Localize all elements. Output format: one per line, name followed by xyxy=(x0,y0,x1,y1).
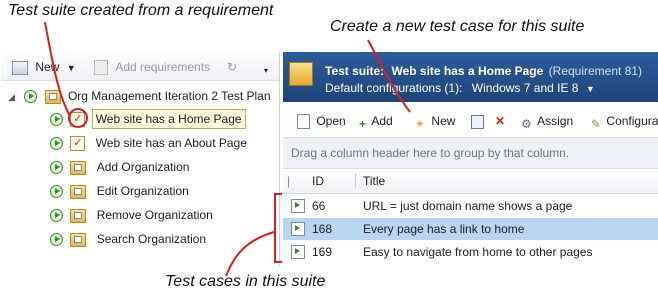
run-icon xyxy=(50,137,63,151)
column-divider xyxy=(355,173,356,189)
suite-requirement-link[interactable]: (Requirement 81) xyxy=(549,64,642,78)
chevron-down-icon: ▼ xyxy=(66,63,76,73)
column-header-title[interactable]: Title xyxy=(363,169,385,193)
suite-header: Test suite: Web site has a Home Page (Re… xyxy=(283,52,658,102)
suite-icon xyxy=(70,184,87,199)
copy-icon[interactable] xyxy=(471,112,484,130)
test-suite-pane: Test suite: Web site has a Home Page (Re… xyxy=(283,52,658,266)
open-icon xyxy=(297,114,310,130)
copy-glyph xyxy=(471,114,484,129)
row-id: 169 xyxy=(312,245,333,259)
test-case-icon xyxy=(291,222,305,236)
toolbar-overflow-icon[interactable]: ▾ xyxy=(264,62,268,80)
tree-toolbar: New ▼ Add requirements ↻ ▾ xyxy=(2,54,279,81)
table-row[interactable]: 169 Easy to navigate from home to other … xyxy=(283,241,658,263)
tree-item-label: Web site has an About Page xyxy=(95,136,247,150)
row-id: 66 xyxy=(312,199,326,213)
new-test-case-button[interactable]: ✴ New xyxy=(415,112,456,131)
suite-name: Web site has a Home Page xyxy=(391,64,544,78)
suite-icon xyxy=(289,62,313,86)
tree-root-label: Org Management Iteration 2 Test Plan xyxy=(67,89,271,103)
assign-button[interactable]: ⚙ Assign xyxy=(521,112,574,131)
run-icon xyxy=(50,161,63,175)
suite-icon xyxy=(70,208,87,223)
add-icon: + xyxy=(359,116,367,131)
selected-item-highlight: Web site has a Home Page xyxy=(91,109,246,129)
column-icon-header[interactable]: | xyxy=(287,169,307,193)
tree-item-label: Remove Organization xyxy=(96,208,213,222)
callout-test-cases: Test cases in this suite xyxy=(165,273,326,290)
configure-button[interactable]: ✎ Configura xyxy=(591,112,658,131)
new-suite-button[interactable]: New ▼ xyxy=(12,58,76,76)
callout-new-test-case: Create a new test case for this suite xyxy=(330,18,585,35)
callout-suite-from-requirement: Test suite created from a requirement xyxy=(8,2,274,19)
row-title: Every page has a link to home xyxy=(363,222,525,236)
tree-item-label: Add Organization xyxy=(96,160,190,174)
add-requirements-label: Add requirements xyxy=(115,60,211,74)
suite-icon xyxy=(70,160,87,175)
requirement-suite-icon xyxy=(70,133,86,153)
open-button[interactable]: Open xyxy=(297,112,346,130)
row-title: Easy to navigate from home to other page… xyxy=(363,245,593,259)
new-label: New xyxy=(431,114,456,128)
refresh-icon[interactable]: ↻ xyxy=(227,58,237,76)
delete-icon[interactable]: ✕ xyxy=(495,112,505,130)
new-icon: ✴ xyxy=(415,116,426,131)
collapse-arrow-icon[interactable]: ◢ xyxy=(8,92,15,102)
tree-item-edit-organization[interactable]: Edit Organization xyxy=(50,181,189,201)
tree-item-remove-organization[interactable]: Remove Organization xyxy=(50,205,213,225)
test-case-icon xyxy=(291,245,305,259)
test-case-icon xyxy=(291,199,305,213)
open-label: Open xyxy=(316,114,346,128)
chevron-down-icon: ▼ xyxy=(585,84,595,94)
tree-item-search-organization[interactable]: Search Organization xyxy=(50,229,206,249)
tree-item-add-organization[interactable]: Add Organization xyxy=(50,157,189,177)
configuration-selector[interactable]: Default configurations (1): Windows 7 an… xyxy=(325,81,595,95)
run-icon xyxy=(50,113,63,127)
assign-label: Assign xyxy=(537,114,574,128)
suite-icon xyxy=(70,232,87,247)
test-plan-icon xyxy=(44,89,61,104)
assign-icon: ⚙ xyxy=(521,116,532,131)
requirement-suite-icon xyxy=(70,109,86,129)
requirement-icon xyxy=(94,60,108,76)
tree-item-home-page[interactable]: Web site has a Home Page xyxy=(50,109,246,129)
test-case-toolbar: Open + Add ✴ New ✕ ⚙ Assign ✎ Configura xyxy=(283,107,658,133)
group-by-bar[interactable]: Drag a column header here to group by th… xyxy=(283,137,658,169)
new-label: New xyxy=(35,60,60,74)
add-label: Add xyxy=(371,114,393,128)
column-header-id[interactable]: ID xyxy=(312,169,324,193)
grid-header: | ID Title xyxy=(283,169,658,194)
config-value: Windows 7 and IE 8 xyxy=(471,81,579,95)
configure-label: Configura xyxy=(606,114,658,128)
table-row[interactable]: 168 Every page has a link to home xyxy=(283,218,658,240)
row-id: 168 xyxy=(312,222,333,236)
table-row[interactable]: 66 URL = just domain name shows a page xyxy=(283,195,658,217)
row-title: URL = just domain name shows a page xyxy=(363,199,573,213)
suite-prefix: Test suite: xyxy=(325,64,385,78)
tree-root[interactable]: ◢ Org Management Iteration 2 Test Plan xyxy=(8,86,271,106)
add-requirements-button[interactable]: Add requirements xyxy=(94,58,210,76)
test-plan-tree-pane: New ▼ Add requirements ↻ ▾ ◢ Org Managem… xyxy=(2,52,280,266)
run-icon xyxy=(24,90,38,104)
tree-item-label: Web site has a Home Page xyxy=(95,112,242,126)
run-icon xyxy=(50,209,63,223)
new-folder-icon xyxy=(12,60,28,75)
tree-item-label: Search Organization xyxy=(96,232,207,246)
tree-item-label: Edit Organization xyxy=(96,184,189,198)
group-hint: Drag a column header here to group by th… xyxy=(291,146,570,160)
tree-item-about-page[interactable]: Web site has an About Page xyxy=(50,133,247,153)
config-label: Default configurations (1): xyxy=(325,81,463,95)
add-button[interactable]: + Add xyxy=(359,112,393,131)
run-icon xyxy=(50,233,63,247)
run-icon xyxy=(50,185,63,199)
configure-icon: ✎ xyxy=(591,116,602,131)
